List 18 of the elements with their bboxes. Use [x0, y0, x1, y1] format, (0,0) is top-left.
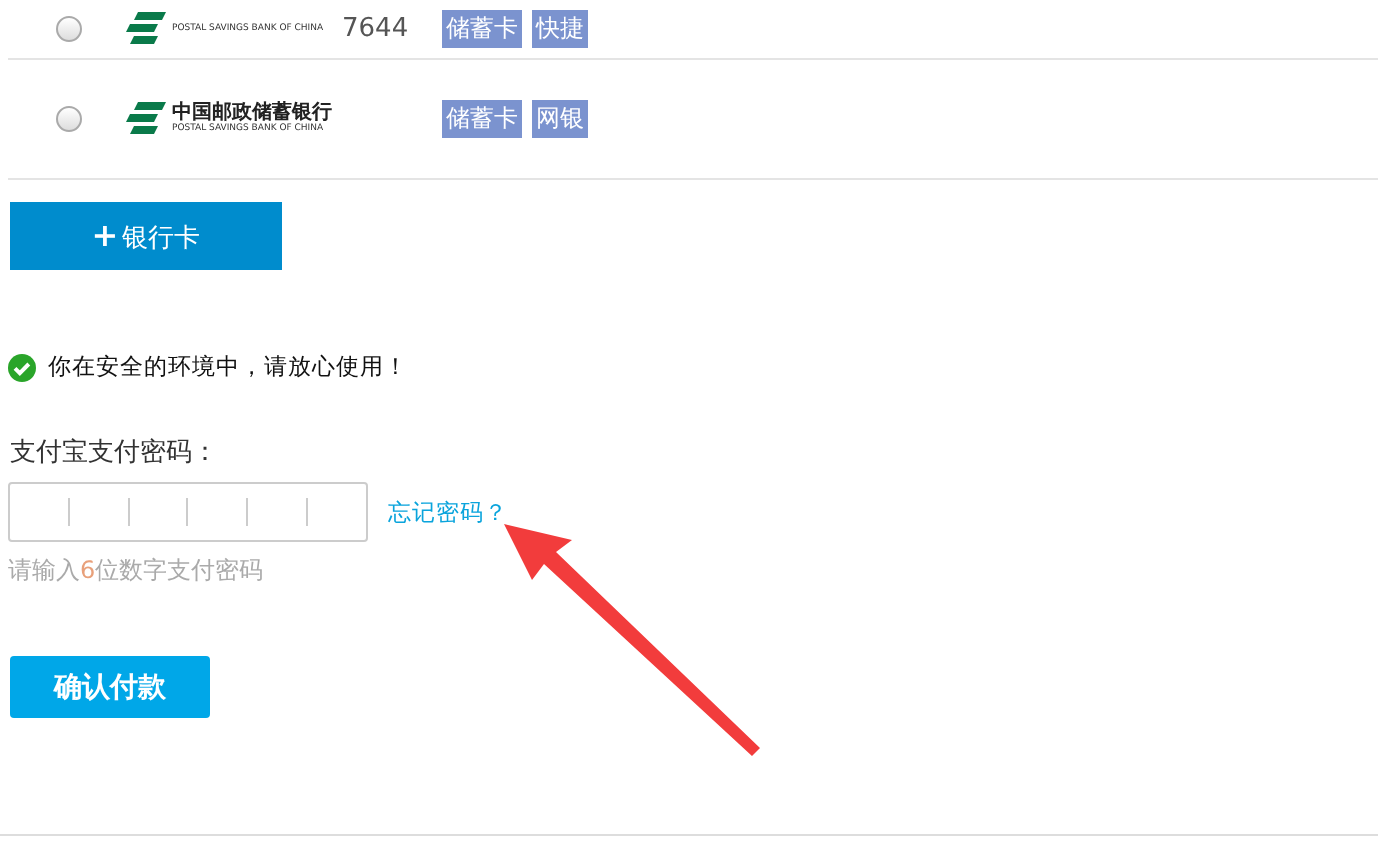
- security-notice: 你在安全的环境中，请放心使用！: [48, 352, 408, 382]
- check-icon: [8, 353, 36, 381]
- forgot-password-link[interactable]: 忘记密码？: [388, 497, 508, 527]
- card-tag: 储蓄卡: [442, 10, 522, 48]
- card-tag: 网银: [532, 100, 588, 138]
- card-number: 7644: [342, 14, 411, 44]
- password-label: 支付宝支付密码：: [10, 436, 220, 470]
- radio-button[interactable]: [56, 106, 82, 132]
- card-tag: 快捷: [532, 10, 588, 48]
- bank-logo-icon: [122, 11, 166, 47]
- radio-button[interactable]: [56, 16, 82, 42]
- card-tag: 储蓄卡: [442, 100, 522, 138]
- add-bank-card-button[interactable]: +银行卡: [10, 202, 282, 270]
- bank-name: 中国邮政储蓄银行: [172, 103, 332, 124]
- password-hint: 请输入6位数字支付密码: [8, 554, 266, 588]
- bank-logo-icon: [122, 101, 166, 137]
- confirm-payment-button[interactable]: 确认付款: [10, 656, 210, 718]
- password-input[interactable]: [8, 482, 368, 542]
